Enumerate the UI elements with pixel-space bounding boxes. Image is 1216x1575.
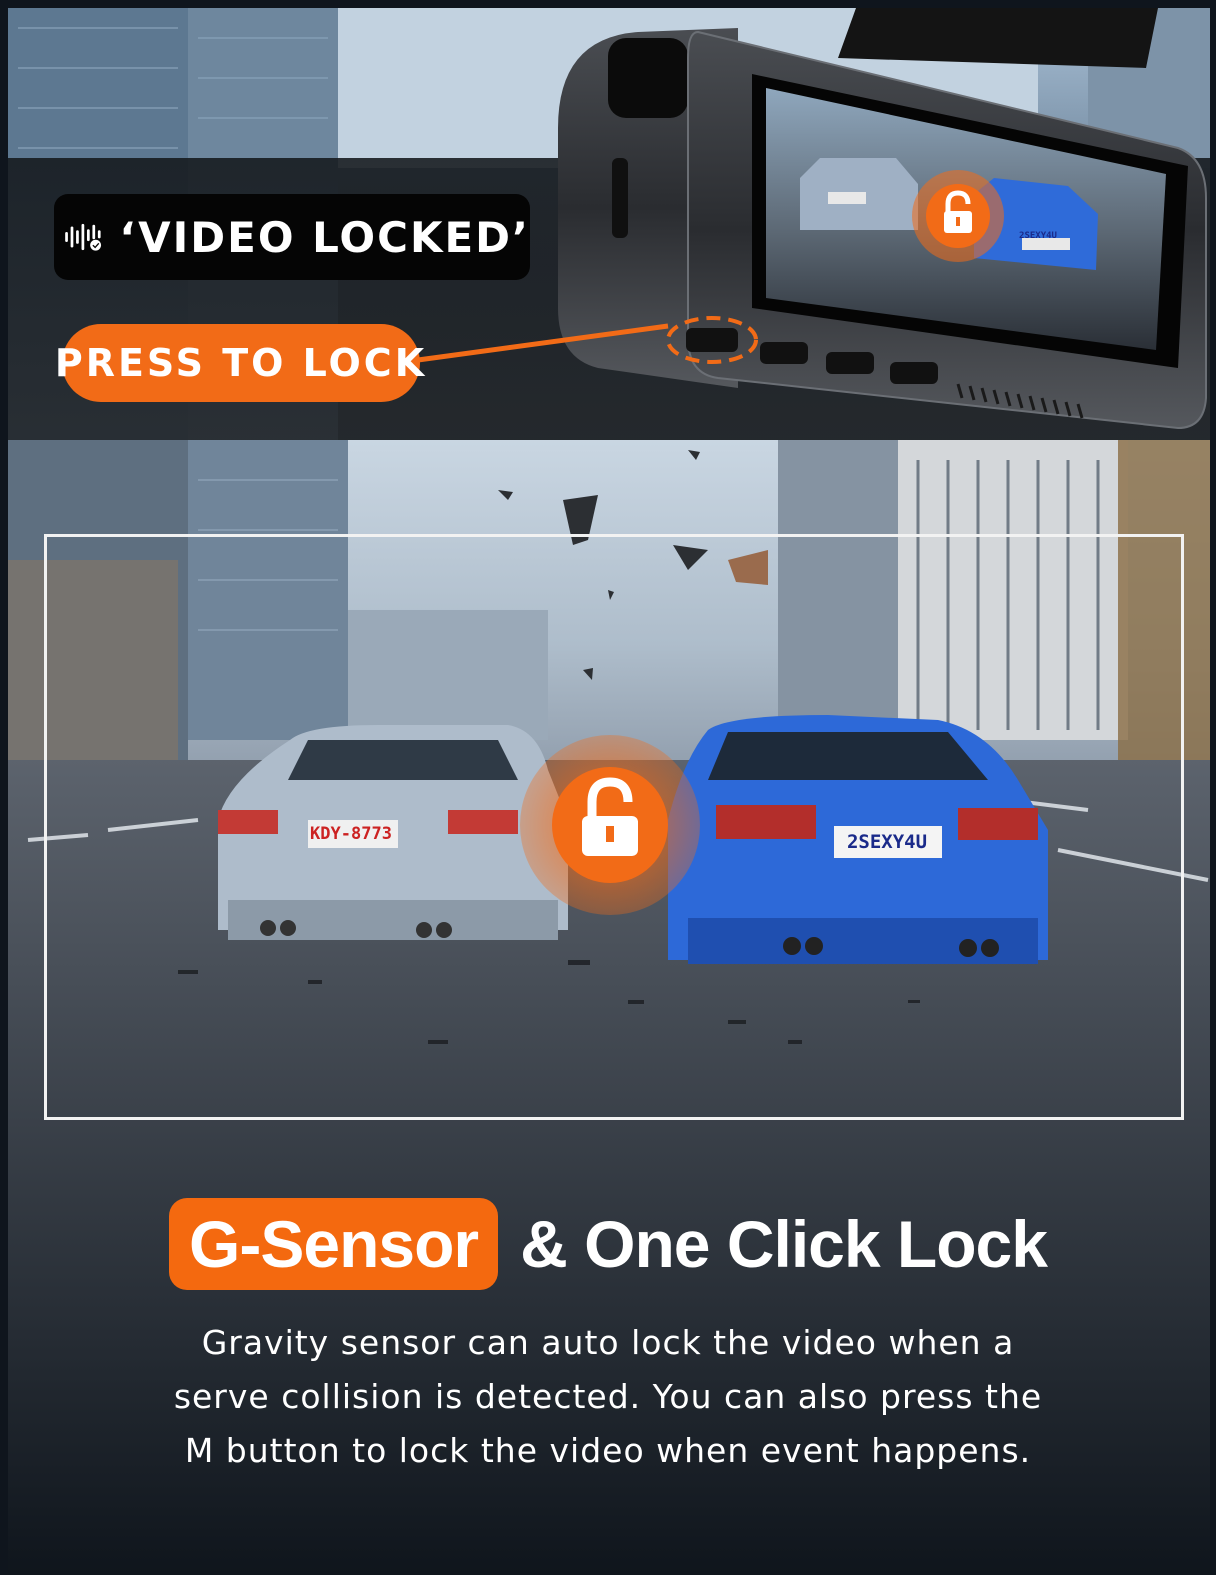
press-to-lock-label: PRESS TO LOCK bbox=[54, 341, 428, 385]
description-line: serve collision is detected. You can als… bbox=[173, 1377, 1043, 1416]
license-plate-right: 2SEXY4U bbox=[846, 831, 928, 853]
description: Gravity sensor can auto lock the video w… bbox=[110, 1316, 1106, 1478]
video-locked-badge: ‘VIDEO LOCKED’ bbox=[54, 194, 530, 280]
description-line: M button to lock the video when event ha… bbox=[184, 1431, 1032, 1470]
screen-license-plate: 2SEXY4U bbox=[1019, 231, 1057, 241]
headline-highlight: G-Sensor bbox=[169, 1198, 499, 1290]
g-sensor-label: G-Sensor bbox=[189, 1207, 479, 1281]
press-to-lock-callout: PRESS TO LOCK bbox=[55, 324, 424, 402]
description-line: Gravity sensor can auto lock the video w… bbox=[201, 1323, 1015, 1362]
license-plate-left: KDY-8773 bbox=[310, 824, 392, 844]
voice-wave-check-icon bbox=[65, 223, 102, 251]
video-locked-label: ‘VIDEO LOCKED’ bbox=[119, 212, 530, 262]
headline: G-Sensor & One Click Lock bbox=[0, 1196, 1216, 1292]
focus-frame bbox=[44, 534, 1184, 1120]
headline-text: & One Click Lock bbox=[520, 1207, 1048, 1281]
